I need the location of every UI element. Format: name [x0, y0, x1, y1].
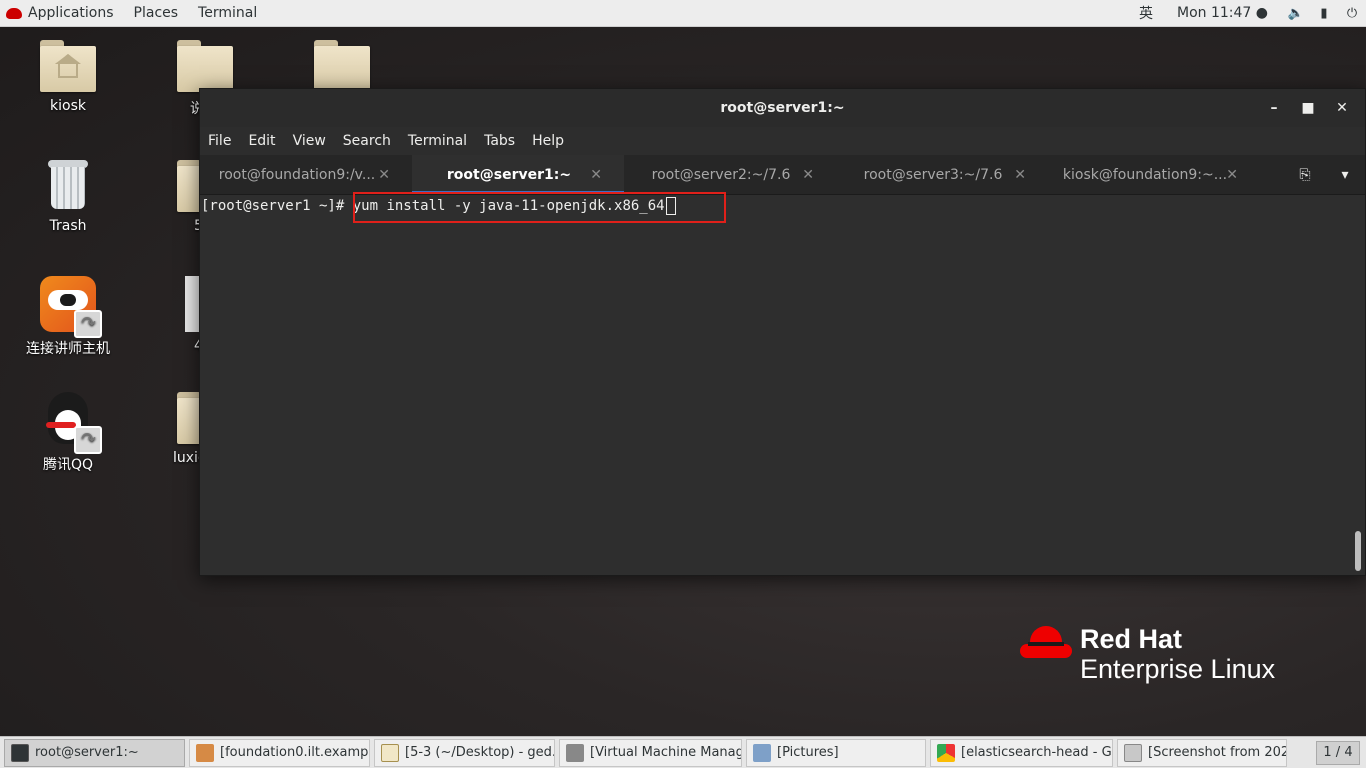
workspace-pager[interactable]: 1 / 4: [1316, 740, 1360, 765]
virt-manager-icon: [566, 743, 584, 762]
desktop-icon-tiger[interactable]: 连接讲师主机: [18, 276, 118, 358]
shortcut-badge-icon: [74, 426, 102, 454]
window-title: root@server1:~: [720, 100, 845, 116]
redhat-icon: [6, 7, 22, 19]
desktop-icon-label: 5: [194, 218, 199, 234]
shortcut-badge-icon: [74, 310, 102, 338]
desktop-icon-trash[interactable]: Trash: [18, 160, 118, 234]
menu-file[interactable]: File: [208, 133, 231, 149]
tab-foundation9[interactable]: root@foundation9:/v... ✕: [200, 155, 412, 194]
desktop-icon-label: kiosk: [50, 98, 86, 114]
terminal-window[interactable]: root@server1:~ – ■ ✕ File Edit View Sear…: [199, 88, 1366, 576]
taskbar-item-screenshot[interactable]: [Screenshot from 202...: [1117, 738, 1287, 767]
desktop-icon-file-4[interactable]: 4: [155, 276, 199, 354]
taskbar-item-chrome[interactable]: [elasticsearch-head - G...: [930, 738, 1113, 767]
brand-line-1: Red Hat: [1080, 624, 1183, 654]
desktop-icon-label: 腾讯QQ: [42, 457, 94, 473]
desktop-icon-folder-luxio[interactable]: luxio: [155, 392, 199, 466]
tab-label: root@server1:~: [446, 166, 572, 183]
desktop-icon-label: 4: [194, 338, 199, 354]
screen-icon[interactable]: ▮: [1315, 5, 1333, 21]
menu-terminal[interactable]: Terminal: [408, 133, 467, 149]
desktop-icon-label: Trash: [49, 218, 87, 234]
top-bar: Applications Places Terminal 英 Mon 11:47…: [0, 0, 1366, 27]
power-icon[interactable]: ⏻: [1343, 5, 1361, 21]
tab-label: root@server3:~/7.6: [863, 166, 1003, 183]
terminal-app-menu[interactable]: Terminal: [188, 0, 267, 27]
minimize-button[interactable]: –: [1257, 98, 1291, 118]
tab-server2[interactable]: root@server2:~/7.6 ✕: [624, 155, 836, 194]
desktop-icon-qq[interactable]: 腾讯QQ: [18, 392, 118, 474]
tabs-dropdown-icon[interactable]: ▾: [1325, 167, 1365, 183]
taskbar-item-foundation0[interactable]: [foundation0.ilt.exampl...: [189, 738, 370, 767]
terminal-menubar: File Edit View Search Terminal Tabs Help: [200, 127, 1365, 155]
tab-close-icon[interactable]: ✕: [1014, 167, 1026, 183]
menu-search[interactable]: Search: [343, 133, 391, 149]
terminal-scrollbar[interactable]: [1355, 531, 1361, 571]
menu-edit[interactable]: Edit: [248, 133, 275, 149]
tab-close-icon[interactable]: ✕: [1226, 167, 1238, 183]
terminal-icon: [11, 743, 29, 762]
file-manager-icon: [753, 743, 771, 762]
places-menu[interactable]: Places: [124, 0, 189, 27]
document-icon: [185, 276, 199, 332]
text-editor-icon: [381, 743, 399, 762]
command-highlight-box: [353, 192, 726, 223]
clock[interactable]: Mon 11:47 ●: [1163, 5, 1282, 21]
taskbar-item-label: [5-3 (~/Desktop) - ged...: [405, 745, 555, 760]
taskbar-item-virt-manager[interactable]: [Virtual Machine Manag...: [559, 738, 742, 767]
desktop-icon-folder-5[interactable]: 5: [155, 160, 199, 234]
shell-prompt: [root@server1 ~]#: [201, 198, 345, 214]
menu-help[interactable]: Help: [532, 133, 564, 149]
taskbar-item-pictures[interactable]: [Pictures]: [746, 738, 926, 767]
virt-viewer-icon: [196, 743, 214, 762]
new-tab-icon[interactable]: ⎘: [1285, 167, 1325, 183]
tab-label: kiosk@foundation9:~...: [1062, 166, 1228, 183]
tiger-vnc-icon: [40, 276, 102, 338]
qq-penguin-icon: [40, 392, 102, 454]
terminal-output[interactable]: [root@server1 ~]# yum install -y java-11…: [200, 192, 1365, 575]
desktop-icon-label: luxio: [173, 450, 199, 466]
applications-menu[interactable]: Applications: [0, 0, 124, 27]
folder-icon: [314, 40, 370, 92]
taskbar-item-label: [Pictures]: [777, 745, 839, 760]
maximize-button[interactable]: ■: [1291, 98, 1325, 118]
taskbar-item-label: [Screenshot from 202...: [1148, 745, 1287, 760]
desktop-icon-kiosk[interactable]: kiosk: [18, 40, 118, 114]
terminal-tabbar: root@foundation9:/v... ✕ root@server1:~ …: [200, 155, 1365, 195]
folder-icon: [177, 160, 199, 212]
tab-close-icon[interactable]: ✕: [590, 167, 602, 183]
taskbar-item-terminal[interactable]: root@server1:~: [4, 738, 185, 767]
redhat-enterprise-linux-logo: Red Hat Enterprise Linux: [1020, 624, 1275, 684]
tab-server3[interactable]: root@server3:~/7.6 ✕: [836, 155, 1048, 194]
taskbar-item-gedit[interactable]: [5-3 (~/Desktop) - ged...: [374, 738, 555, 767]
tab-label: root@foundation9:/v...: [218, 166, 376, 183]
taskbar: root@server1:~ [foundation0.ilt.exampl..…: [0, 736, 1366, 768]
input-method-indicator[interactable]: 英: [1129, 0, 1163, 27]
folder-icon: [177, 40, 233, 92]
taskbar-item-label: [elasticsearch-head - G...: [961, 745, 1113, 760]
redhat-hat-icon: [1020, 624, 1072, 664]
taskbar-item-label: [foundation0.ilt.exampl...: [220, 745, 370, 760]
tab-close-icon[interactable]: ✕: [802, 167, 814, 183]
tab-label: root@server2:~/7.6: [651, 166, 791, 183]
volume-icon[interactable]: 🔈: [1287, 5, 1305, 21]
desktop-icon-label: 连接讲师主机: [26, 341, 110, 357]
trash-icon: [46, 160, 90, 210]
chrome-icon: [937, 743, 955, 762]
taskbar-item-label: [Virtual Machine Manag...: [590, 745, 742, 760]
home-folder-icon: [40, 40, 96, 92]
tab-server1[interactable]: root@server1:~ ✕: [412, 155, 624, 194]
taskbar-item-label: root@server1:~: [35, 745, 139, 760]
tab-close-icon[interactable]: ✕: [378, 167, 390, 183]
applications-label: Applications: [28, 5, 114, 21]
close-button[interactable]: ✕: [1325, 98, 1359, 118]
folder-icon: [177, 392, 199, 444]
menu-view[interactable]: View: [293, 133, 326, 149]
terminal-titlebar[interactable]: root@server1:~ – ■ ✕: [200, 89, 1365, 127]
tab-kiosk-foundation9[interactable]: kiosk@foundation9:~... ✕: [1048, 155, 1260, 194]
image-viewer-icon: [1124, 743, 1142, 762]
brand-line-2: Enterprise Linux: [1080, 654, 1276, 684]
menu-tabs[interactable]: Tabs: [484, 133, 515, 149]
